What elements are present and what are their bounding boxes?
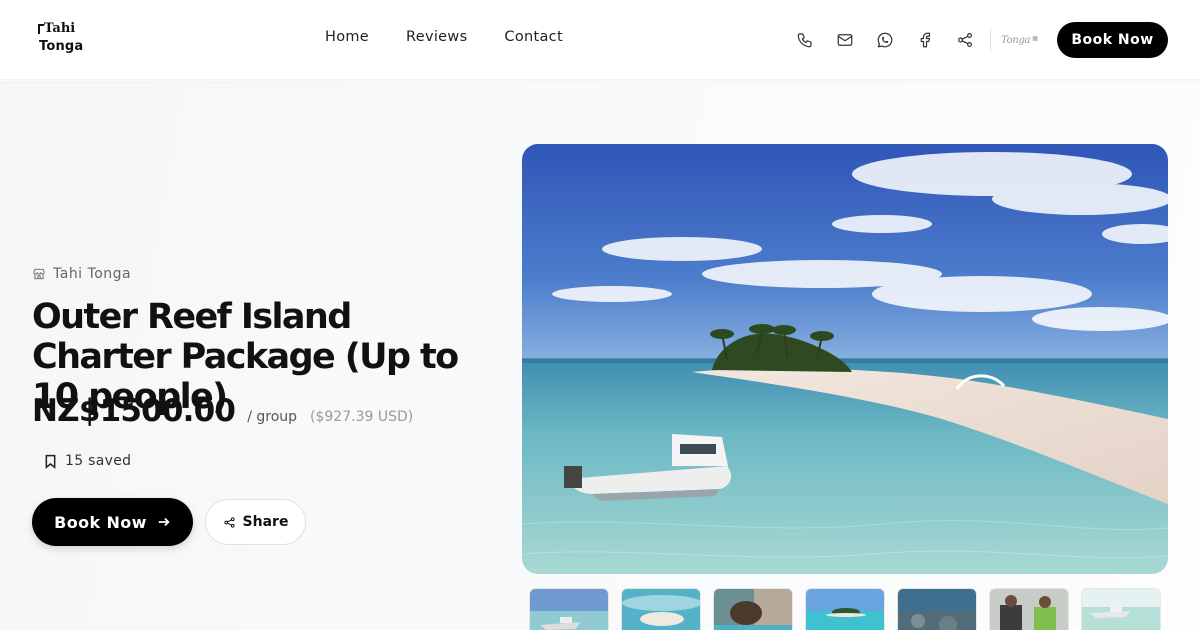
share-icon [223,516,235,528]
nav-home[interactable]: Home [325,29,369,45]
header-book-now-button[interactable]: Book Now [1057,22,1168,58]
store-icon [33,268,45,280]
price-unit: / group [247,409,298,425]
book-now-button[interactable]: Book Now [32,498,193,546]
logo-line-2: Tonga [39,39,84,54]
thumbnail-guides[interactable] [989,588,1069,630]
logo-line-1: Tahi [44,21,76,36]
thumbnail-strip [529,588,1161,630]
phone-icon[interactable] [794,29,816,51]
thumbnail-boat-sandbar[interactable] [529,588,609,630]
share-icon[interactable] [954,29,976,51]
thumbnail-island[interactable] [805,588,885,630]
icon-divider [990,29,991,51]
vendor-name: Tahi Tonga [53,266,132,282]
main-photo[interactable] [522,144,1168,574]
saved-counter[interactable]: 15 saved [44,453,131,469]
vendor-link[interactable]: Tahi Tonga [32,266,131,282]
nav-reviews[interactable]: Reviews [406,29,467,45]
nav-contact[interactable]: Contact [504,29,563,45]
partner-logo-text: Tonga [1001,34,1031,46]
mail-icon[interactable] [834,29,856,51]
header-icon-bar: Tonga ▦ [794,29,1038,51]
price-converted: ($927.39 USD) [310,409,414,425]
site-header: Tahi Tonga Home Reviews Contact Tonga ▦ B… [0,0,1200,80]
book-now-label: Book Now [54,512,147,532]
share-label: Share [242,514,289,530]
price: NZ$1500.00 [32,393,236,429]
thumbnail-turtle[interactable] [713,588,793,630]
bookmark-icon [45,454,56,469]
partner-logo[interactable]: Tonga ▦ [1001,35,1038,46]
partner-logo-badge-icon: ▦ [1032,34,1038,42]
thumbnail-coral-reef[interactable] [897,588,977,630]
thumbnail-aerial-sandbar[interactable] [621,588,701,630]
facebook-icon[interactable] [914,29,936,51]
saved-count: 15 saved [65,453,132,469]
brand-logo[interactable]: Tahi Tonga [36,22,86,60]
arrow-right-icon [158,517,170,527]
whatsapp-icon[interactable] [874,29,896,51]
price-row: NZ$1500.00 / group ($927.39 USD) [32,393,413,429]
main-nav: Home Reviews Contact [325,29,563,45]
thumbnail-boat[interactable] [1081,588,1161,630]
share-button[interactable]: Share [205,499,306,545]
